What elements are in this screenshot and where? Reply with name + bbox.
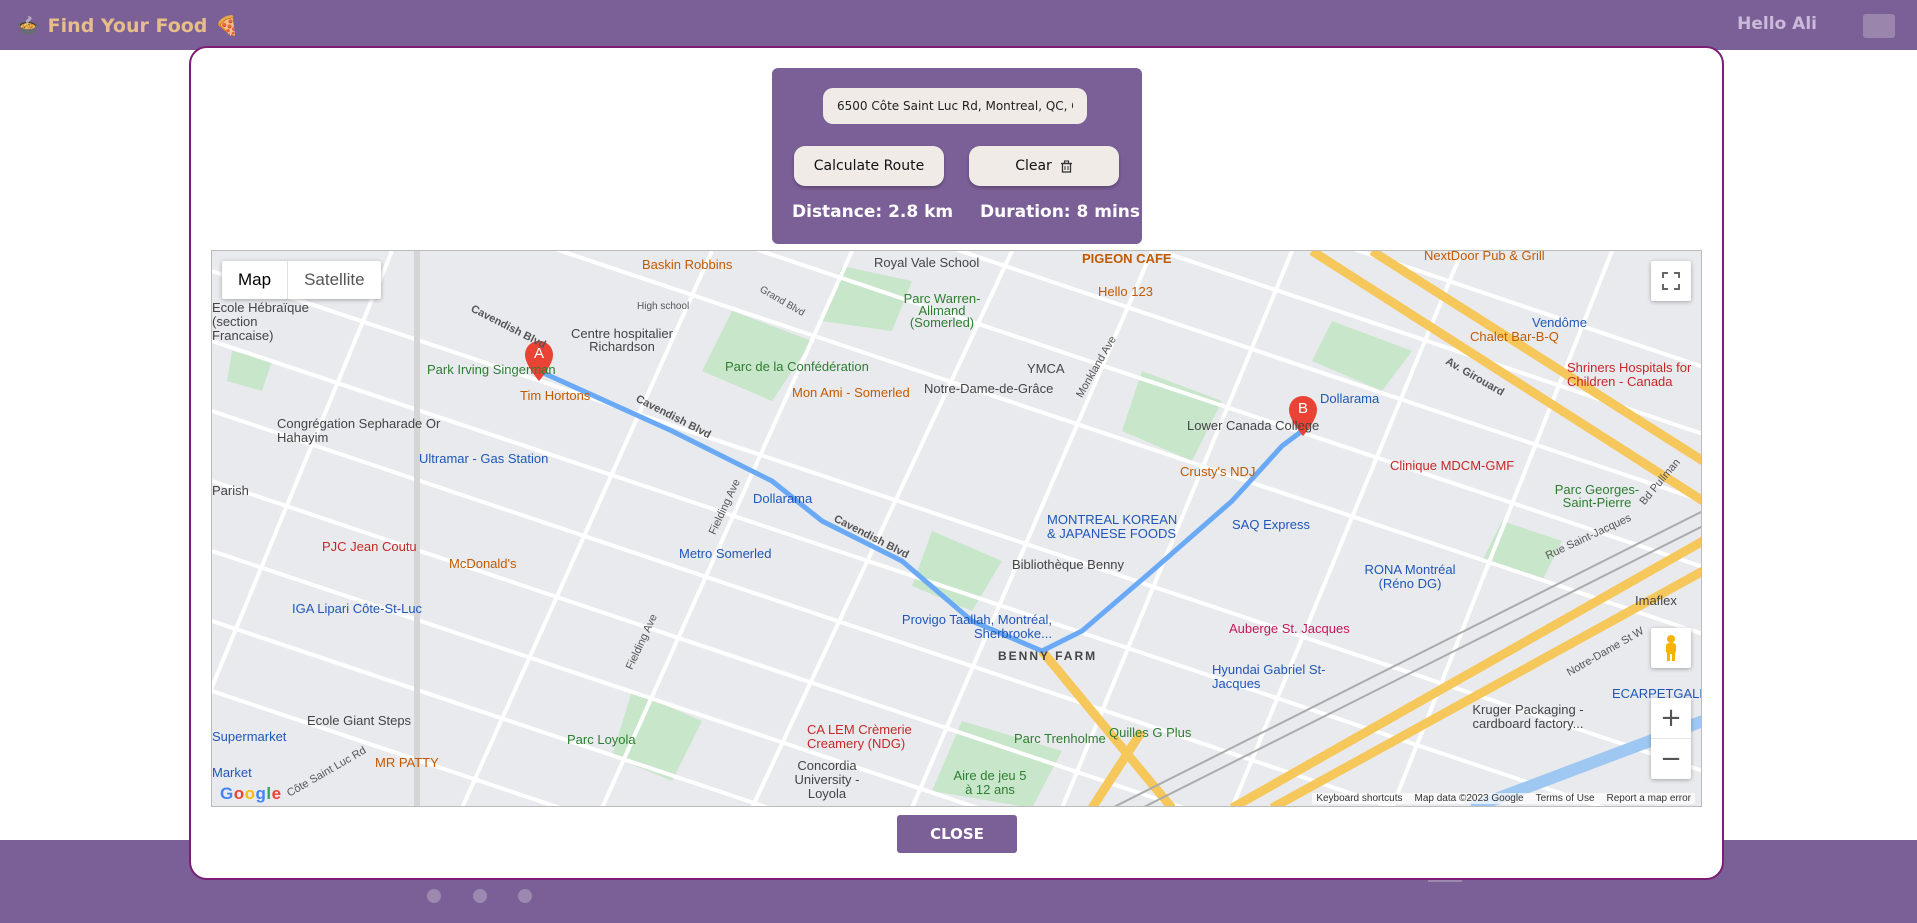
hamburger-menu-button[interactable] bbox=[1863, 14, 1895, 38]
poi-rona[interactable]: RONA Montréal (Réno DG) bbox=[1350, 563, 1470, 591]
poi-clinique-mdcm[interactable]: Clinique MDCM-GMF bbox=[1390, 458, 1514, 473]
poi-ecole-giant-steps[interactable]: Ecole Giant Steps bbox=[307, 713, 411, 728]
zoom-out-button[interactable]: − bbox=[1651, 739, 1691, 779]
route-map[interactable]: Map Satellite + − A B Baskin Robbins Roy… bbox=[211, 250, 1702, 807]
poi-nextdoor-pub[interactable]: NextDoor Pub & Grill bbox=[1424, 251, 1545, 263]
poi-park-irving-singerman[interactable]: Park Irving Singerman bbox=[427, 362, 556, 377]
poi-pigeon-cafe[interactable]: PIGEON CAFE bbox=[1082, 251, 1172, 266]
poi-benny-farm: BENNY FARM bbox=[998, 649, 1098, 663]
route-panel: Calculate Route Clear Distance: 2.8 km D… bbox=[772, 68, 1142, 244]
poi-parc-georges-saint-pierre[interactable]: Parc Georges-Saint-Pierre bbox=[1542, 483, 1652, 509]
poi-lower-canada-college[interactable]: Lower Canada College bbox=[1187, 418, 1319, 433]
poi-montreal-korean[interactable]: MONTREAL KOREAN & JAPANESE FOODS bbox=[1047, 513, 1187, 541]
map-attribution: Keyboard shortcuts Map data ©2023 Google… bbox=[1312, 793, 1695, 804]
poi-ecarpetgall[interactable]: ECARPETGALL bbox=[1612, 686, 1701, 701]
poi-hello-123[interactable]: Hello 123 bbox=[1098, 284, 1153, 299]
keyboard-shortcuts-link[interactable]: Keyboard shortcuts bbox=[1316, 793, 1402, 804]
calculate-route-label: Calculate Route bbox=[813, 158, 925, 174]
poi-provigo[interactable]: Provigo Taallah, Montréal, Sherbrooke... bbox=[892, 613, 1052, 641]
map-type-satellite-button[interactable]: Satellite bbox=[287, 261, 380, 299]
poi-metro-somerled[interactable]: Metro Somerled bbox=[679, 546, 771, 561]
poi-dollarama-ne[interactable]: Dollarama bbox=[1320, 391, 1379, 406]
poi-parc-trenholme[interactable]: Parc Trenholme bbox=[1014, 731, 1106, 746]
poi-vendome[interactable]: Vendôme bbox=[1532, 315, 1587, 330]
poi-parish[interactable]: Parish bbox=[212, 483, 249, 498]
poi-ultramar[interactable]: Ultramar - Gas Station bbox=[419, 451, 548, 466]
poi-mcdonalds[interactable]: McDonald's bbox=[449, 556, 517, 571]
poi-bibliotheque-benny[interactable]: Bibliothèque Benny bbox=[1012, 557, 1124, 572]
poi-mon-ami[interactable]: Mon Ami - Somerled bbox=[792, 385, 910, 400]
trash-icon bbox=[1060, 159, 1072, 173]
poi-ecole-hebraique[interactable]: Ecole Hébraïque (section Francaise) bbox=[212, 301, 322, 343]
poi-concordia-loyola[interactable]: Concordia University - Loyola bbox=[777, 759, 877, 801]
footer-divider bbox=[1428, 880, 1462, 882]
poi-notre-dame-de-grace[interactable]: Notre-Dame-de-Grâce bbox=[924, 381, 1053, 396]
calculate-route-button[interactable]: Calculate Route bbox=[794, 146, 944, 186]
zoom-control: + − bbox=[1651, 698, 1691, 779]
brand-name: Find Your Food bbox=[47, 14, 208, 37]
poi-centre-hospitalier[interactable]: Centre hospitalier Richardson bbox=[567, 327, 677, 353]
duration-text: Duration: 8 mins bbox=[980, 202, 1141, 222]
map-type-map-button[interactable]: Map bbox=[222, 261, 287, 299]
poi-mr-patty[interactable]: MR PATTY bbox=[375, 755, 439, 770]
terms-of-use-link[interactable]: Terms of Use bbox=[1536, 793, 1595, 804]
poi-ymca[interactable]: YMCA bbox=[1027, 361, 1065, 376]
street-view-pegman-button[interactable] bbox=[1651, 628, 1691, 668]
poi-iga-lipari[interactable]: IGA Lipari Côte-St-Luc bbox=[292, 601, 422, 616]
poi-parc-loyola[interactable]: Parc Loyola bbox=[567, 732, 636, 747]
poi-hyundai[interactable]: Hyundai Gabriel St-Jacques bbox=[1212, 663, 1332, 691]
poi-chalet-bar-b-q[interactable]: Chalet Bar-B-Q bbox=[1470, 329, 1559, 344]
report-map-error-link[interactable]: Report a map error bbox=[1607, 793, 1691, 804]
fullscreen-icon bbox=[1662, 272, 1680, 290]
pegman-icon bbox=[1666, 635, 1676, 661]
facebook-icon[interactable] bbox=[427, 889, 441, 903]
poi-high-school[interactable]: High school bbox=[637, 301, 689, 312]
poi-auberge-st-jacques[interactable]: Auberge St. Jacques bbox=[1229, 621, 1350, 636]
poi-aire-de-jeu[interactable]: Aire de jeu 5 à 12 ans bbox=[950, 769, 1030, 797]
poi-imaflex[interactable]: Imaflex bbox=[1635, 593, 1677, 608]
twitter-icon[interactable] bbox=[473, 889, 487, 903]
address-input[interactable] bbox=[823, 88, 1087, 124]
clear-button[interactable]: Clear bbox=[969, 146, 1119, 186]
distance-text: Distance: 2.8 km bbox=[792, 202, 954, 222]
top-navbar bbox=[0, 0, 1917, 50]
clear-label: Clear bbox=[1015, 158, 1052, 174]
brand-logo[interactable]: 🍲 Find Your Food 🍕 bbox=[16, 14, 240, 38]
poi-royal-vale-school[interactable]: Royal Vale School bbox=[874, 255, 979, 270]
map-data-credit: Map data ©2023 Google bbox=[1414, 793, 1524, 804]
poi-kruger-packaging[interactable]: Kruger Packaging - cardboard factory... bbox=[1448, 703, 1608, 731]
poi-shriners-hospital[interactable]: Shriners Hospitals for Children - Canada bbox=[1567, 361, 1701, 389]
poi-ca-lem-cremerie[interactable]: CA LEM Crèmerie Creamery (NDG) bbox=[807, 723, 937, 751]
instagram-icon[interactable] bbox=[518, 889, 532, 903]
poi-crustys[interactable]: Crusty's NDJ bbox=[1180, 464, 1255, 479]
map-type-control: Map Satellite bbox=[222, 261, 381, 299]
pizza-icon: 🍕 bbox=[215, 15, 240, 37]
poi-parc-warren[interactable]: Parc Warren-Allmand (Somerled) bbox=[892, 292, 992, 329]
poi-tim-hortons[interactable]: Tim Hortons bbox=[520, 388, 590, 403]
poi-baskin-robbins[interactable]: Baskin Robbins bbox=[642, 257, 732, 272]
google-logo[interactable]: Google bbox=[220, 784, 282, 804]
poi-congregation-sepharade[interactable]: Congrégation Sepharade Or Hahayim bbox=[277, 417, 447, 445]
zoom-in-button[interactable]: + bbox=[1651, 698, 1691, 739]
close-button[interactable]: CLOSE bbox=[897, 815, 1017, 853]
poi-quilles-g-plus[interactable]: Quilles G Plus bbox=[1109, 725, 1191, 740]
poi-dollarama-mid[interactable]: Dollarama bbox=[753, 491, 812, 506]
poi-market[interactable]: Market bbox=[212, 765, 252, 780]
poi-pjc-jean-coutu[interactable]: PJC Jean Coutu bbox=[322, 539, 417, 554]
poi-supermarket[interactable]: Supermarket bbox=[212, 729, 286, 744]
fullscreen-button[interactable] bbox=[1651, 261, 1691, 301]
food-icon: 🍲 bbox=[16, 15, 40, 37]
user-greeting: Hello Ali bbox=[1737, 14, 1817, 34]
poi-parc-confederation[interactable]: Parc de la Confédération bbox=[725, 359, 869, 374]
poi-saq-express[interactable]: SAQ Express bbox=[1232, 517, 1310, 532]
marker-b-label: B bbox=[1297, 400, 1308, 417]
